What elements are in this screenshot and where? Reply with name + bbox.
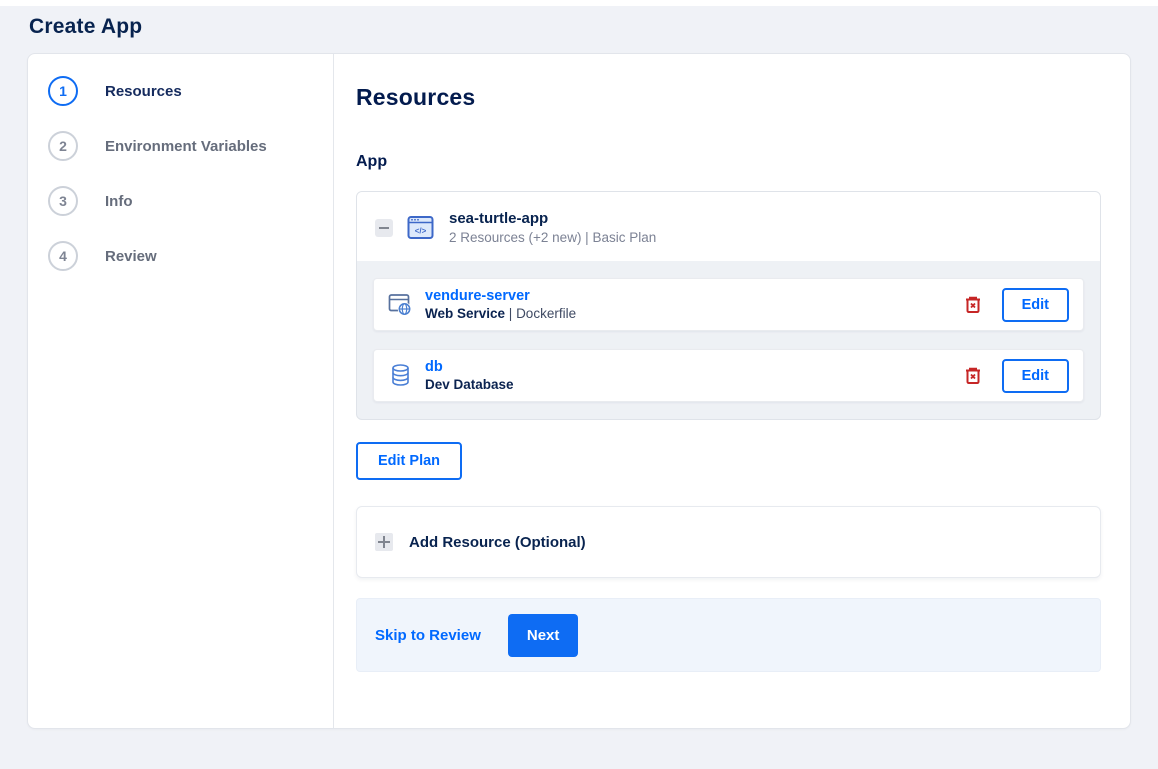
plus-icon	[375, 533, 393, 551]
page-title: Create App	[29, 15, 143, 38]
minus-icon[interactable]	[375, 218, 393, 237]
step-review[interactable]: 4 Review	[48, 241, 333, 271]
resource-subtitle: Web Service | Dockerfile	[425, 306, 962, 321]
resource-row-db: db Dev Database Edit	[373, 349, 1084, 402]
app-card-body: vendure-server Web Service | Dockerfile	[357, 261, 1100, 419]
trash-icon[interactable]	[962, 365, 984, 387]
wizard-footer: Skip to Review Next	[356, 598, 1101, 672]
step-number-circle: 4	[48, 241, 78, 271]
resource-subtitle: Dev Database	[425, 377, 962, 392]
app-card-header-text: sea-turtle-app 2 Resources (+2 new) | Ba…	[449, 210, 656, 245]
app-summary: 2 Resources (+2 new) | Basic Plan	[449, 230, 657, 245]
resource-separator: |	[505, 306, 517, 321]
resource-text: vendure-server Web Service | Dockerfile	[425, 288, 962, 321]
edit-resource-button[interactable]: Edit	[1001, 358, 1069, 393]
app-card: </> sea-turtle-app 2 Resources (+2 new) …	[356, 191, 1101, 420]
step-environment-variables[interactable]: 2 Environment Variables	[48, 131, 333, 161]
step-number-circle: 2	[48, 131, 78, 161]
edit-plan-button[interactable]: Edit Plan	[356, 442, 463, 480]
step-label: Review	[105, 247, 157, 265]
wizard-main-panel: Resources App </> sea-turtle-app 2 Resou…	[334, 54, 1130, 728]
resource-row-vendure-server: vendure-server Web Service | Dockerfile	[373, 278, 1084, 331]
resource-name-link[interactable]: vendure-server	[425, 288, 962, 304]
app-section-label: App	[356, 153, 388, 170]
app-card-header: </> sea-turtle-app 2 Resources (+2 new) …	[357, 192, 1100, 261]
resource-name-link[interactable]: db	[425, 359, 962, 375]
wizard-card: 1 Resources 2 Environment Variables 3 In…	[27, 53, 1131, 729]
resource-detail: Dockerfile	[516, 306, 577, 321]
trash-icon[interactable]	[962, 294, 984, 316]
skip-to-review-link[interactable]: Skip to Review	[375, 627, 481, 644]
create-app-page: Create App 1 Resources 2 Environment Var…	[0, 6, 1158, 729]
add-resource-label: Add Resource (Optional)	[409, 533, 586, 551]
resource-type: Web Service	[425, 306, 506, 321]
step-number-circle: 1	[48, 76, 78, 106]
app-window-code-icon: </>	[407, 216, 434, 239]
step-label: Resources	[105, 82, 182, 100]
app-name: sea-turtle-app	[449, 210, 549, 227]
wizard-stepper: 1 Resources 2 Environment Variables 3 In…	[28, 54, 334, 728]
next-button[interactable]: Next	[507, 613, 579, 657]
svg-text:</>: </>	[415, 227, 427, 236]
step-number-circle: 3	[48, 186, 78, 216]
edit-resource-button[interactable]: Edit	[1001, 287, 1069, 322]
add-resource-section[interactable]: Add Resource (Optional)	[356, 506, 1101, 578]
step-resources[interactable]: 1 Resources	[48, 76, 333, 106]
resource-text: db Dev Database	[425, 359, 962, 392]
step-info[interactable]: 3 Info	[48, 186, 333, 216]
step-label: Info	[105, 192, 133, 210]
database-icon	[392, 364, 409, 386]
browser-globe-icon	[388, 294, 412, 316]
resources-heading: Resources	[356, 84, 476, 110]
step-label: Environment Variables	[105, 137, 267, 155]
resource-type: Dev Database	[425, 377, 514, 392]
